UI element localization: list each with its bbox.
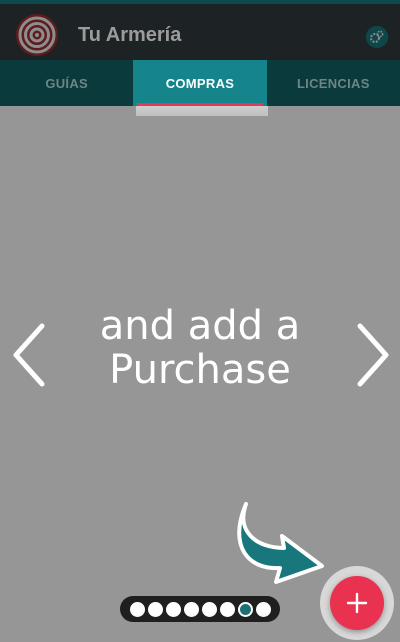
chevron-left-icon bbox=[13, 323, 45, 387]
previous-button[interactable] bbox=[10, 320, 50, 390]
page-dot[interactable] bbox=[165, 601, 181, 617]
target-icon bbox=[16, 14, 58, 56]
tutorial-message: and add a Purchase bbox=[70, 304, 330, 392]
page-dot[interactable] bbox=[129, 601, 145, 617]
add-purchase-button[interactable] bbox=[330, 576, 384, 630]
page-dot[interactable] bbox=[219, 601, 235, 617]
curved-arrow-icon bbox=[226, 486, 336, 586]
app-bar: Tu Armería bbox=[0, 0, 400, 60]
plus-icon bbox=[346, 592, 368, 614]
chevron-right-icon bbox=[357, 323, 389, 387]
tab-licencias[interactable]: LICENCIAS bbox=[267, 60, 400, 106]
tab-bar: GUÍAS COMPRAS LICENCIAS bbox=[0, 60, 400, 106]
page-indicator bbox=[120, 596, 280, 622]
page-dot[interactable] bbox=[237, 601, 253, 617]
tab-guias[interactable]: GUÍAS bbox=[0, 60, 133, 106]
tutorial-line-1: and add a bbox=[99, 303, 301, 349]
tab-compras[interactable]: COMPRAS bbox=[133, 60, 267, 106]
tutorial-line-2: Purchase bbox=[109, 347, 291, 393]
page-dot[interactable] bbox=[183, 601, 199, 617]
next-button[interactable] bbox=[352, 320, 392, 390]
page-dot[interactable] bbox=[147, 601, 163, 617]
page-dot[interactable] bbox=[255, 601, 271, 617]
page-dot[interactable] bbox=[201, 601, 217, 617]
tab-highlight bbox=[136, 106, 268, 116]
settings-icon[interactable] bbox=[366, 26, 388, 48]
app-title: Tu Armería bbox=[78, 24, 182, 46]
